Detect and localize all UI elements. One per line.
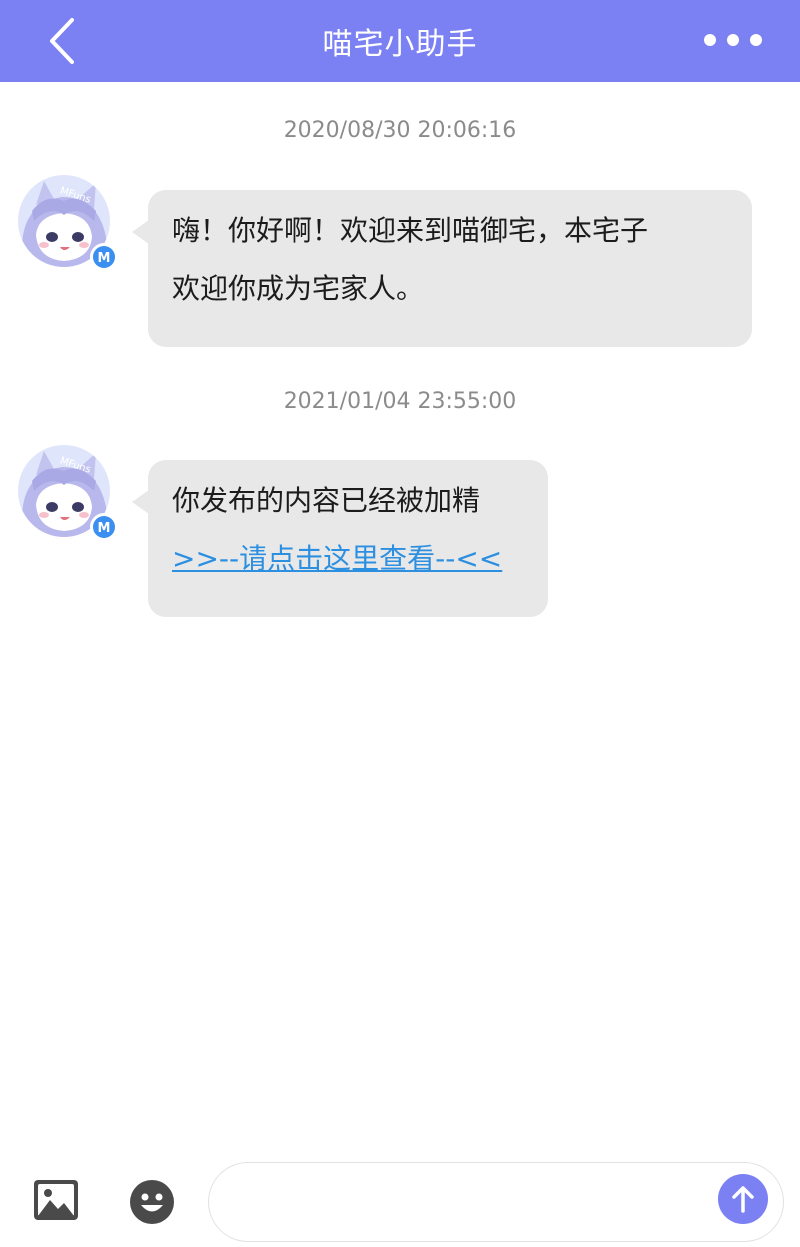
more-options-button[interactable] xyxy=(702,22,764,58)
app-header: 喵宅小助手 xyxy=(0,0,800,82)
message-timestamp: 2020/08/30 20:06:16 xyxy=(283,118,517,143)
send-button[interactable] xyxy=(718,1174,768,1224)
mascot-avatar-icon: MFuns M xyxy=(18,445,118,541)
message-timestamp: 2021/01/04 23:55:00 xyxy=(283,389,517,414)
chevron-left-icon xyxy=(50,18,74,64)
message-text: 欢迎你成为宅家人。 xyxy=(172,272,425,305)
input-bar xyxy=(0,1150,800,1247)
svg-text:M: M xyxy=(98,521,111,536)
message-text: 嗨！你好啊！欢迎来到喵御宅，本宅子 xyxy=(172,214,649,247)
back-button[interactable] xyxy=(40,14,86,68)
message-text: 你发布的内容已经被加精 xyxy=(172,484,481,517)
more-horizontal-icon xyxy=(704,34,762,46)
arrow-up-icon xyxy=(732,1186,754,1213)
avatar[interactable]: MFuns M xyxy=(16,175,118,275)
emoji-button[interactable] xyxy=(128,1178,176,1226)
image-button[interactable] xyxy=(32,1178,80,1222)
avatar[interactable]: MFuns M xyxy=(16,445,118,545)
message-input-field[interactable] xyxy=(208,1162,784,1242)
image-icon xyxy=(34,1180,78,1220)
emoji-icon xyxy=(130,1180,174,1224)
view-featured-link[interactable]: >>--请点击这里查看--<< xyxy=(172,530,524,588)
message-input[interactable] xyxy=(233,1181,703,1225)
page-title: 喵宅小助手 xyxy=(322,27,478,62)
message-bubble: 你发布的内容已经被加精 >>--请点击这里查看--<< xyxy=(132,460,548,617)
message-bubble: 嗨！你好啊！欢迎来到喵御宅，本宅子 欢迎你成为宅家人。 xyxy=(132,190,752,347)
mascot-avatar-icon: MFuns M xyxy=(18,175,118,271)
svg-text:M: M xyxy=(98,251,111,266)
